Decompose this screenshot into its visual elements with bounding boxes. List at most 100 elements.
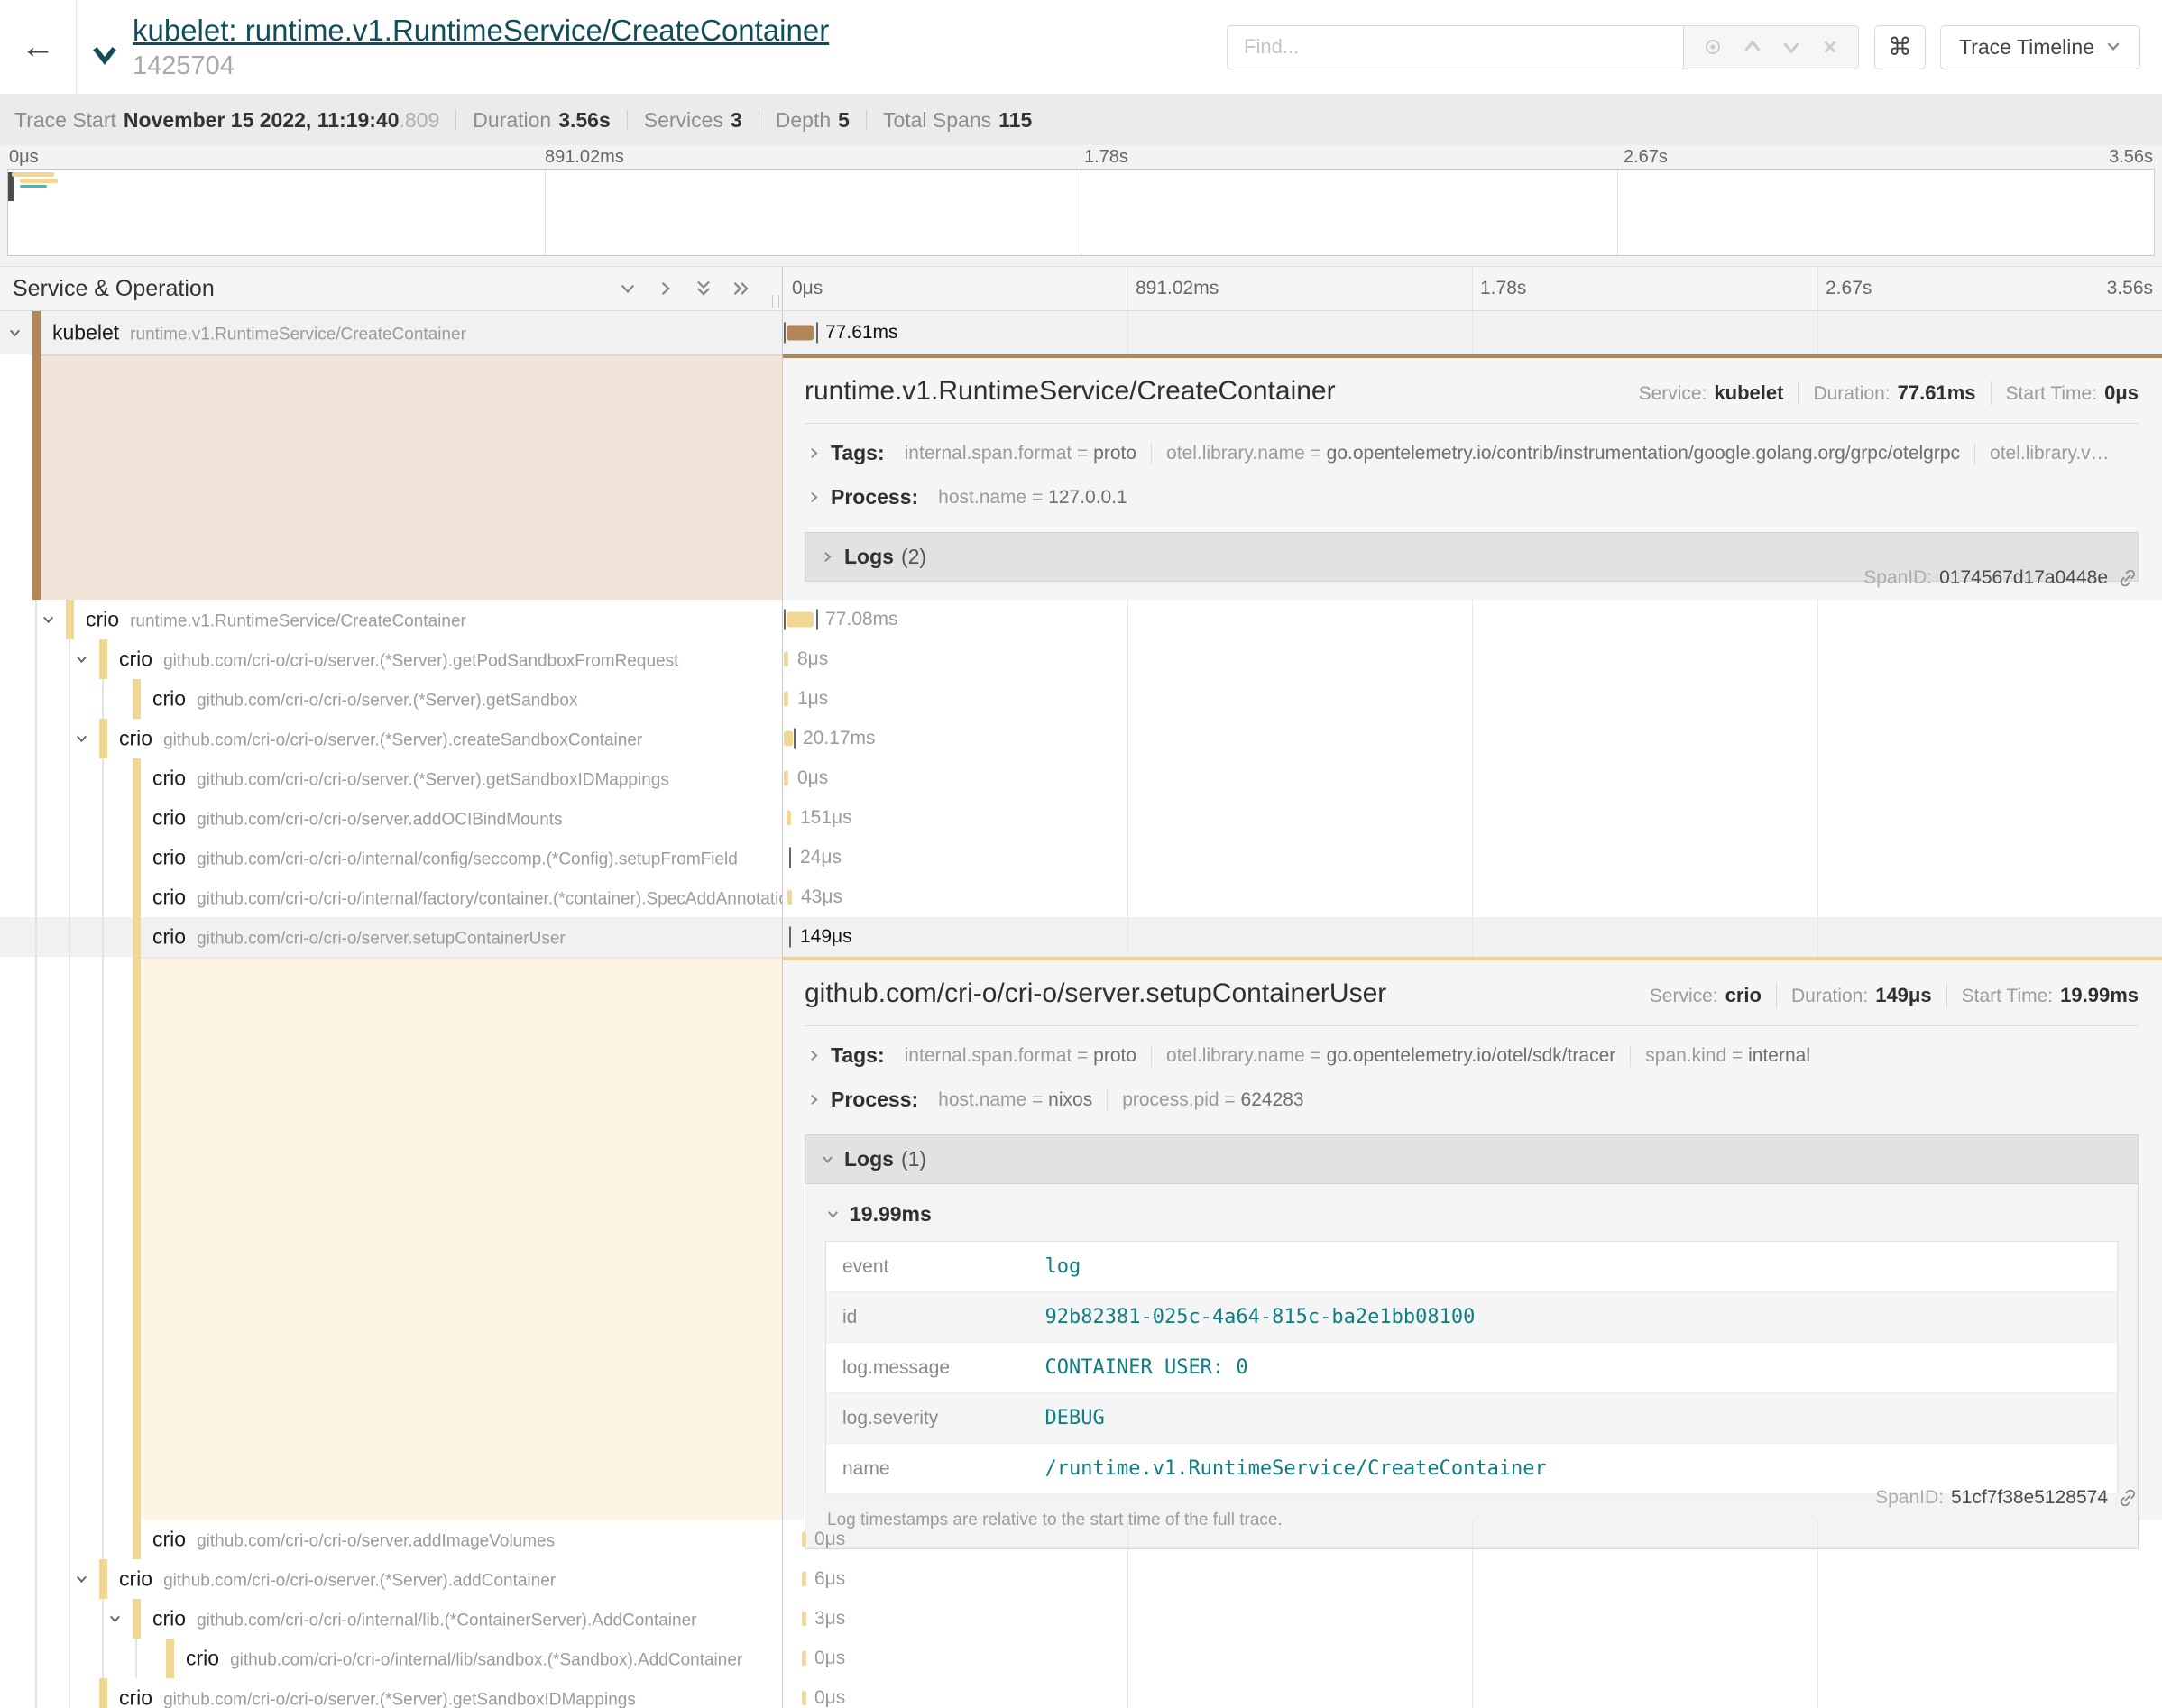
- duration-value: 149μs: [1875, 984, 1931, 1007]
- minimap-canvas[interactable]: [7, 169, 2155, 256]
- span-row[interactable]: crioruntime.v1.RuntimeService/CreateCont…: [0, 600, 2162, 639]
- span-timeline-cell[interactable]: 43μs: [783, 877, 2162, 917]
- span-duration-bar[interactable]: [784, 652, 788, 667]
- span-timeline-cell[interactable]: 0μs: [783, 758, 2162, 798]
- expand-one-chevron-right-icon[interactable]: [656, 279, 676, 298]
- service-color-bar: [32, 311, 41, 354]
- service-name: crio: [186, 1647, 219, 1670]
- span-timeline-cell[interactable]: 24μs: [783, 838, 2162, 877]
- log-field-row: eventlog: [826, 1242, 2118, 1292]
- span-expander-chevron-down-icon[interactable]: [74, 652, 89, 667]
- span-timeline-cell[interactable]: 77.61ms: [783, 311, 2162, 354]
- process-row[interactable]: Process:host.name = 127.0.0.1: [805, 475, 2139, 519]
- span-duration-bar[interactable]: [802, 1651, 806, 1667]
- find-clear-icon[interactable]: [1820, 37, 1840, 57]
- span-log-marker[interactable]: [816, 610, 818, 630]
- span-log-marker[interactable]: [816, 323, 818, 344]
- span-log-marker[interactable]: [789, 848, 791, 868]
- deep-link-icon[interactable]: [2117, 1487, 2139, 1509]
- view-selector-button[interactable]: Trace Timeline: [1940, 25, 2140, 69]
- log-field-key: id: [826, 1292, 1029, 1343]
- span-log-marker[interactable]: [789, 927, 791, 948]
- span-timeline-cell[interactable]: 6μs: [783, 1559, 2162, 1599]
- span-row[interactable]: criogithub.com/cri-o/cri-o/internal/fact…: [0, 877, 2162, 917]
- divider: [805, 423, 2139, 424]
- span-duration-bar[interactable]: [802, 1532, 806, 1547]
- process-label: Process:: [831, 485, 918, 510]
- span-duration-bar[interactable]: [784, 692, 788, 707]
- span-timeline-cell[interactable]: 77.08ms: [783, 600, 2162, 639]
- service-label: Service:: [1650, 986, 1718, 1007]
- span-row[interactable]: criogithub.com/cri-o/cri-o/server.(*Serv…: [0, 679, 2162, 719]
- span-timeline-cell[interactable]: 8μs: [783, 639, 2162, 679]
- service-name: crio: [119, 727, 152, 750]
- span-row[interactable]: criogithub.com/cri-o/cri-o/internal/lib/…: [0, 1639, 2162, 1678]
- collapse-one-chevron-down-icon[interactable]: [618, 279, 638, 298]
- collapse-all-double-chevron-down-icon[interactable]: [694, 279, 713, 298]
- trace-title-link[interactable]: kubelet: runtime.v1.RuntimeService/Creat…: [133, 14, 829, 48]
- span-row[interactable]: criogithub.com/cri-o/cri-o/server.addOCI…: [0, 798, 2162, 838]
- span-duration-bar[interactable]: [802, 1572, 806, 1587]
- span-detail-header: github.com/cri-o/cri-o/server.setupConta…: [805, 978, 2139, 1009]
- span-row[interactable]: criogithub.com/cri-o/cri-o/server.(*Serv…: [0, 639, 2162, 679]
- indent-guide: [69, 719, 70, 758]
- span-row[interactable]: criogithub.com/cri-o/cri-o/internal/conf…: [0, 838, 2162, 877]
- process-row[interactable]: Process:host.name = nixosprocess.pid = 6…: [805, 1078, 2139, 1122]
- log-entry-timestamp: 19.99ms: [850, 1202, 932, 1226]
- span-timeline-cell[interactable]: 151μs: [783, 798, 2162, 838]
- span-timeline-cell[interactable]: 3μs: [783, 1599, 2162, 1639]
- span-duration-bar[interactable]: [802, 1691, 806, 1706]
- span-timeline-cell[interactable]: 1μs: [783, 679, 2162, 719]
- span-row[interactable]: criogithub.com/cri-o/cri-o/internal/lib.…: [0, 1599, 2162, 1639]
- span-duration-bar[interactable]: [787, 612, 814, 628]
- focus-target-icon[interactable]: [1702, 36, 1724, 58]
- deep-link-icon[interactable]: [2117, 567, 2139, 589]
- span-name-cell: crioruntime.v1.RuntimeService/CreateCont…: [0, 600, 783, 639]
- span-expander-chevron-down-icon[interactable]: [7, 326, 23, 341]
- expand-all-double-chevron-right-icon[interactable]: [731, 279, 751, 298]
- span-detail-title: github.com/cri-o/cri-o/server.setupConta…: [805, 978, 1386, 1009]
- span-expander-chevron-down-icon[interactable]: [74, 731, 89, 747]
- chevron-right-icon: [820, 549, 835, 565]
- span-timeline-cell[interactable]: 20.17ms: [783, 719, 2162, 758]
- span-duration-bar[interactable]: [787, 326, 814, 341]
- span-row[interactable]: kubeletruntime.v1.RuntimeService/CreateC…: [0, 311, 2162, 354]
- span-timeline-cell[interactable]: 0μs: [783, 1639, 2162, 1678]
- span-duration-bar[interactable]: [784, 771, 788, 786]
- span-timeline-cell[interactable]: 149μs: [783, 917, 2162, 957]
- back-button[interactable]: ←: [0, 0, 77, 94]
- tags-row[interactable]: Tags:internal.span.format = protootel.li…: [805, 1033, 2139, 1078]
- span-row[interactable]: criogithub.com/cri-o/cri-o/server.(*Serv…: [0, 1559, 2162, 1599]
- span-row[interactable]: criogithub.com/cri-o/cri-o/server.setupC…: [0, 917, 2162, 957]
- span-row[interactable]: criogithub.com/cri-o/cri-o/server.(*Serv…: [0, 758, 2162, 798]
- span-log-marker[interactable]: [794, 729, 796, 749]
- logs-accordion[interactable]: Logs(1): [805, 1135, 2138, 1184]
- operation-name: github.com/cri-o/cri-o/internal/lib.(*Co…: [197, 1612, 696, 1630]
- span-duration-bar[interactable]: [787, 890, 792, 905]
- log-entry-header[interactable]: 19.99ms: [825, 1202, 2118, 1226]
- span-label: criogithub.com/cri-o/cri-o/server.(*Serv…: [119, 1567, 556, 1592]
- span-log-marker[interactable]: [784, 610, 786, 630]
- find-prev-chevron-up-icon[interactable]: [1742, 36, 1763, 58]
- keyboard-shortcuts-button[interactable]: ⌘: [1874, 25, 1926, 69]
- span-timeline-cell[interactable]: 0μs: [783, 1520, 2162, 1559]
- span-duration-bar[interactable]: [787, 811, 791, 826]
- column-resize-handle[interactable]: [772, 295, 779, 308]
- find-next-chevron-down-icon[interactable]: [1780, 36, 1802, 58]
- span-row[interactable]: criogithub.com/cri-o/cri-o/server.(*Serv…: [0, 719, 2162, 758]
- span-expander-chevron-down-icon[interactable]: [107, 1612, 123, 1627]
- collapse-trace-chevron-down-icon[interactable]: [89, 39, 120, 74]
- span-expander-chevron-down-icon[interactable]: [41, 612, 56, 628]
- find-input[interactable]: [1227, 25, 1683, 69]
- header-controls: ⌘ Trace Timeline: [1227, 25, 2162, 69]
- span-timeline-cell[interactable]: 0μs: [783, 1678, 2162, 1708]
- span-log-marker[interactable]: [784, 323, 786, 344]
- tags-row[interactable]: Tags:internal.span.format = protootel.li…: [805, 431, 2139, 475]
- duration-value: 3.56s: [558, 108, 611, 133]
- span-expander-chevron-down-icon[interactable]: [74, 1572, 89, 1587]
- span-duration-bar[interactable]: [784, 731, 793, 747]
- span-duration-bar[interactable]: [802, 1612, 806, 1627]
- process-item: process.pid = 624283: [1107, 1089, 1318, 1111]
- span-row[interactable]: criogithub.com/cri-o/cri-o/server.(*Serv…: [0, 1678, 2162, 1708]
- span-row[interactable]: criogithub.com/cri-o/cri-o/server.addIma…: [0, 1520, 2162, 1559]
